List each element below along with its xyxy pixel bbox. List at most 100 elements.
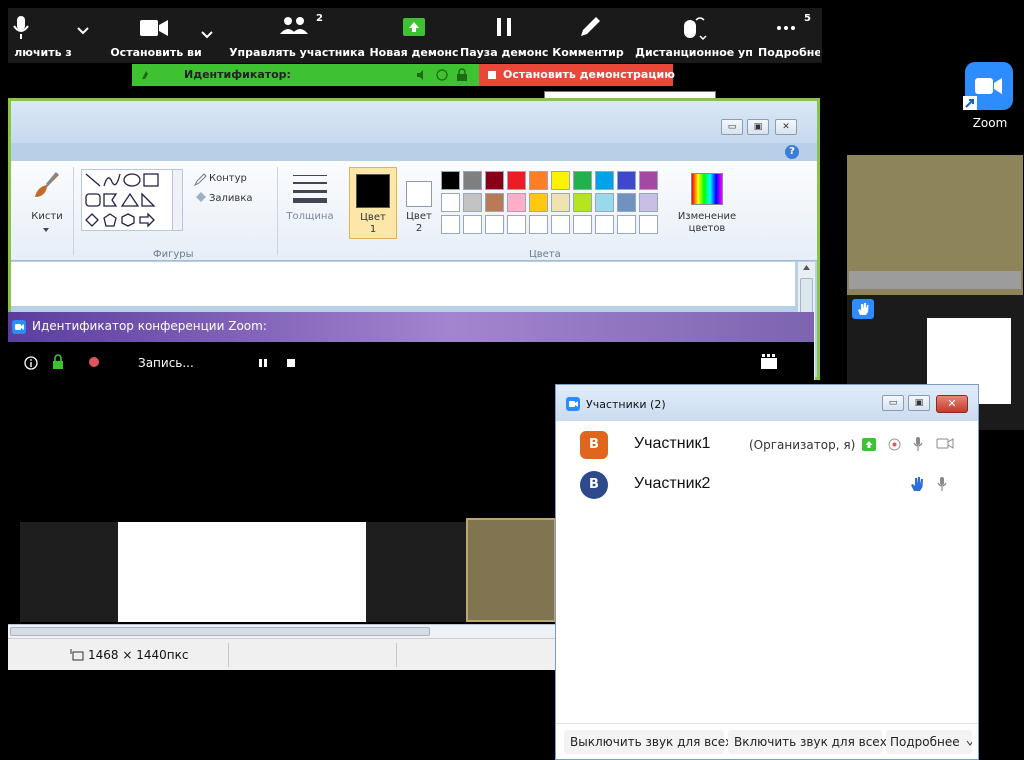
help-icon[interactable]: ? [785, 145, 799, 159]
image-dimensions: 1468 × 1440пкс [88, 648, 189, 662]
palette-swatch[interactable] [463, 215, 482, 234]
palette-swatch[interactable] [529, 215, 548, 234]
chevron-down-icon[interactable] [76, 24, 90, 38]
line-thickness-icon [293, 175, 327, 203]
scroll-thumb[interactable] [10, 627, 430, 636]
new-share-button[interactable]: Новая демонс [368, 8, 460, 63]
connection-icon [436, 69, 448, 81]
edit-colors-label-1[interactable]: Изменение [671, 211, 743, 222]
color1-button[interactable]: Цвет 1 [349, 167, 397, 239]
palette-swatch[interactable] [529, 171, 548, 190]
pause-share-label: Пауза демонс [460, 46, 548, 59]
close-button[interactable]: ✕ [775, 119, 797, 135]
outline-label[interactable]: Контур [209, 173, 247, 184]
pause-icon [497, 18, 511, 36]
participant-video-tile[interactable] [847, 155, 1023, 295]
participant-video-thumbnail[interactable] [466, 518, 556, 622]
participants-icon [280, 17, 308, 34]
palette-swatch[interactable] [595, 171, 614, 190]
maximize-button[interactable]: ▣ [747, 119, 769, 135]
annotate-label: Комментир [552, 46, 624, 59]
palette-swatch[interactable] [463, 193, 482, 212]
fill-label[interactable]: Заливка [209, 193, 253, 204]
stop-recording-icon[interactable] [286, 358, 296, 368]
participant-row[interactable]: В Участник1 (Организатор, я) [556, 423, 978, 467]
annotate-button[interactable]: Комментир [548, 8, 628, 63]
palette-swatch[interactable] [617, 193, 636, 212]
palette-swatch[interactable] [441, 171, 460, 190]
palette-swatch[interactable] [507, 171, 526, 190]
chevron-down-icon[interactable] [42, 227, 50, 233]
video-content [118, 522, 366, 622]
palette-swatch[interactable] [485, 171, 504, 190]
stop-share-button[interactable]: Остановить демонстрацию [479, 64, 675, 86]
status-separator [396, 643, 397, 667]
unmute-all-button[interactable]: Включить звук для всех [728, 730, 887, 754]
participants-count-badge: 2 [316, 13, 323, 24]
mute-button[interactable]: лючить з [8, 8, 89, 63]
remote-control-button[interactable]: Дистанционное уп [628, 8, 760, 63]
palette-swatch[interactable] [463, 171, 482, 190]
palette-swatch[interactable] [551, 215, 570, 234]
palette-swatch[interactable] [639, 193, 658, 212]
palette-swatch[interactable] [617, 215, 636, 234]
edit-colors-label-2[interactable]: цветов [671, 223, 743, 234]
recording-status: Запись... [138, 356, 194, 370]
shapes-group-label: Фигуры [153, 249, 194, 260]
more-options-button[interactable]: Подробнее [886, 730, 972, 754]
shapes-scroll[interactable] [173, 169, 183, 231]
pause-recording-icon[interactable] [258, 358, 268, 368]
palette-swatch[interactable] [441, 215, 460, 234]
edit-colors-icon[interactable] [691, 173, 723, 205]
chevron-down-icon[interactable] [200, 28, 214, 42]
lock-icon[interactable] [52, 354, 64, 370]
palette-swatch[interactable] [639, 171, 658, 190]
palette-swatch[interactable] [441, 193, 460, 212]
palette-swatch[interactable] [529, 193, 548, 212]
shapes-gallery[interactable] [81, 169, 173, 231]
stop-video-button[interactable]: Остановить ви [100, 8, 212, 63]
maximize-button[interactable]: ▣ [908, 395, 930, 411]
palette-swatch[interactable] [595, 193, 614, 212]
drag-handle-icon[interactable] [140, 69, 152, 81]
manage-participants-button[interactable]: 2 Управлять участника [226, 8, 368, 63]
close-button[interactable]: ✕ [936, 395, 968, 413]
palette-swatch[interactable] [485, 193, 504, 212]
color2-button[interactable]: Цвет 2 [401, 167, 443, 239]
recording-indicator-icon [888, 438, 901, 451]
brushes-button[interactable] [29, 169, 63, 203]
paint-canvas[interactable] [11, 262, 795, 306]
participant-row[interactable]: В Участник2 [556, 463, 978, 507]
palette-swatch[interactable] [507, 215, 526, 234]
palette-swatch[interactable] [551, 171, 570, 190]
lock-icon [457, 68, 467, 81]
more-button[interactable]: 5 Подробне [758, 8, 820, 63]
palette-swatch[interactable] [617, 171, 636, 190]
color2-swatch [406, 181, 432, 207]
palette-swatch[interactable] [639, 215, 658, 234]
palette-swatch[interactable] [573, 215, 592, 234]
palette-swatch[interactable] [507, 193, 526, 212]
palette-swatch[interactable] [485, 215, 504, 234]
microphone-icon[interactable] [912, 436, 924, 452]
zoom-app-icon[interactable] [963, 62, 1013, 110]
participants-titlebar: Участники (2) ▭ ▣ ✕ [556, 385, 978, 421]
minimize-button[interactable]: ▭ [721, 119, 743, 135]
palette-swatch[interactable] [573, 193, 592, 212]
mute-all-button[interactable]: Выключить звук для всех [564, 730, 732, 754]
info-icon[interactable] [24, 356, 38, 370]
palette-swatch[interactable] [573, 171, 592, 190]
palette-swatch[interactable] [595, 215, 614, 234]
thickness-button[interactable] [291, 171, 329, 207]
gallery-view-icon[interactable] [760, 354, 778, 370]
minimize-button[interactable]: ▭ [882, 395, 904, 411]
pencil-icon [581, 17, 600, 36]
microphone-icon[interactable] [936, 476, 948, 492]
palette-swatch[interactable] [551, 193, 570, 212]
participants-scrollbar[interactable] [964, 421, 974, 721]
pause-share-button[interactable]: Пауза демонс [460, 8, 548, 63]
horizontal-scrollbar[interactable] [8, 624, 556, 638]
raised-hand-icon [911, 477, 923, 491]
scroll-up-icon[interactable] [802, 264, 811, 271]
video-camera-icon[interactable] [936, 437, 954, 450]
